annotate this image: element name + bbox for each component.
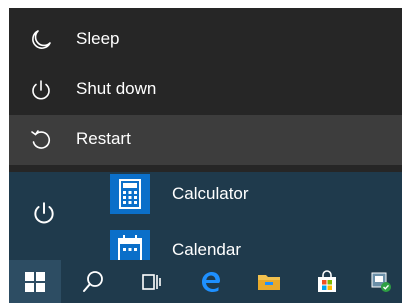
menu-item-shut-down-label: Shut down [76, 79, 157, 98]
restart-icon [29, 128, 53, 152]
app-button[interactable] [359, 260, 402, 303]
power-flyout: Sleep Shut down Restart [9, 8, 402, 172]
store-icon [318, 269, 336, 292]
taskbar [9, 260, 402, 303]
menu-item-restart-label: Restart [76, 129, 131, 148]
power-icon [29, 78, 53, 102]
menu-item-sleep[interactable]: Sleep [9, 15, 402, 65]
search-button[interactable] [67, 260, 119, 303]
moon-icon [29, 28, 53, 52]
desktop: Calculator Calendar Sleep Shut down Rest… [0, 0, 412, 303]
edge-icon [202, 271, 220, 292]
app-item-calculator[interactable]: Calculator [100, 172, 393, 216]
app-label-calculator: Calculator [172, 184, 249, 203]
task-view-icon [142, 273, 161, 290]
start-rail [9, 172, 69, 252]
app-label-calendar: Calendar [172, 240, 241, 259]
search-icon [83, 270, 103, 292]
file-explorer-button[interactable] [243, 260, 295, 303]
menu-item-shut-down[interactable]: Shut down [9, 65, 402, 115]
app-icon [371, 272, 391, 292]
start-button[interactable] [9, 260, 61, 303]
windows-start-icon [25, 271, 45, 292]
file-explorer-icon [258, 274, 280, 290]
task-view-button[interactable] [125, 260, 177, 303]
calculator-icon [110, 174, 150, 214]
app-list: Calculator Calendar [100, 172, 393, 270]
menu-item-restart[interactable]: Restart [9, 115, 402, 165]
power-icon[interactable] [31, 200, 57, 226]
store-button[interactable] [301, 260, 353, 303]
edge-button[interactable] [185, 260, 237, 303]
menu-item-sleep-label: Sleep [76, 29, 120, 48]
